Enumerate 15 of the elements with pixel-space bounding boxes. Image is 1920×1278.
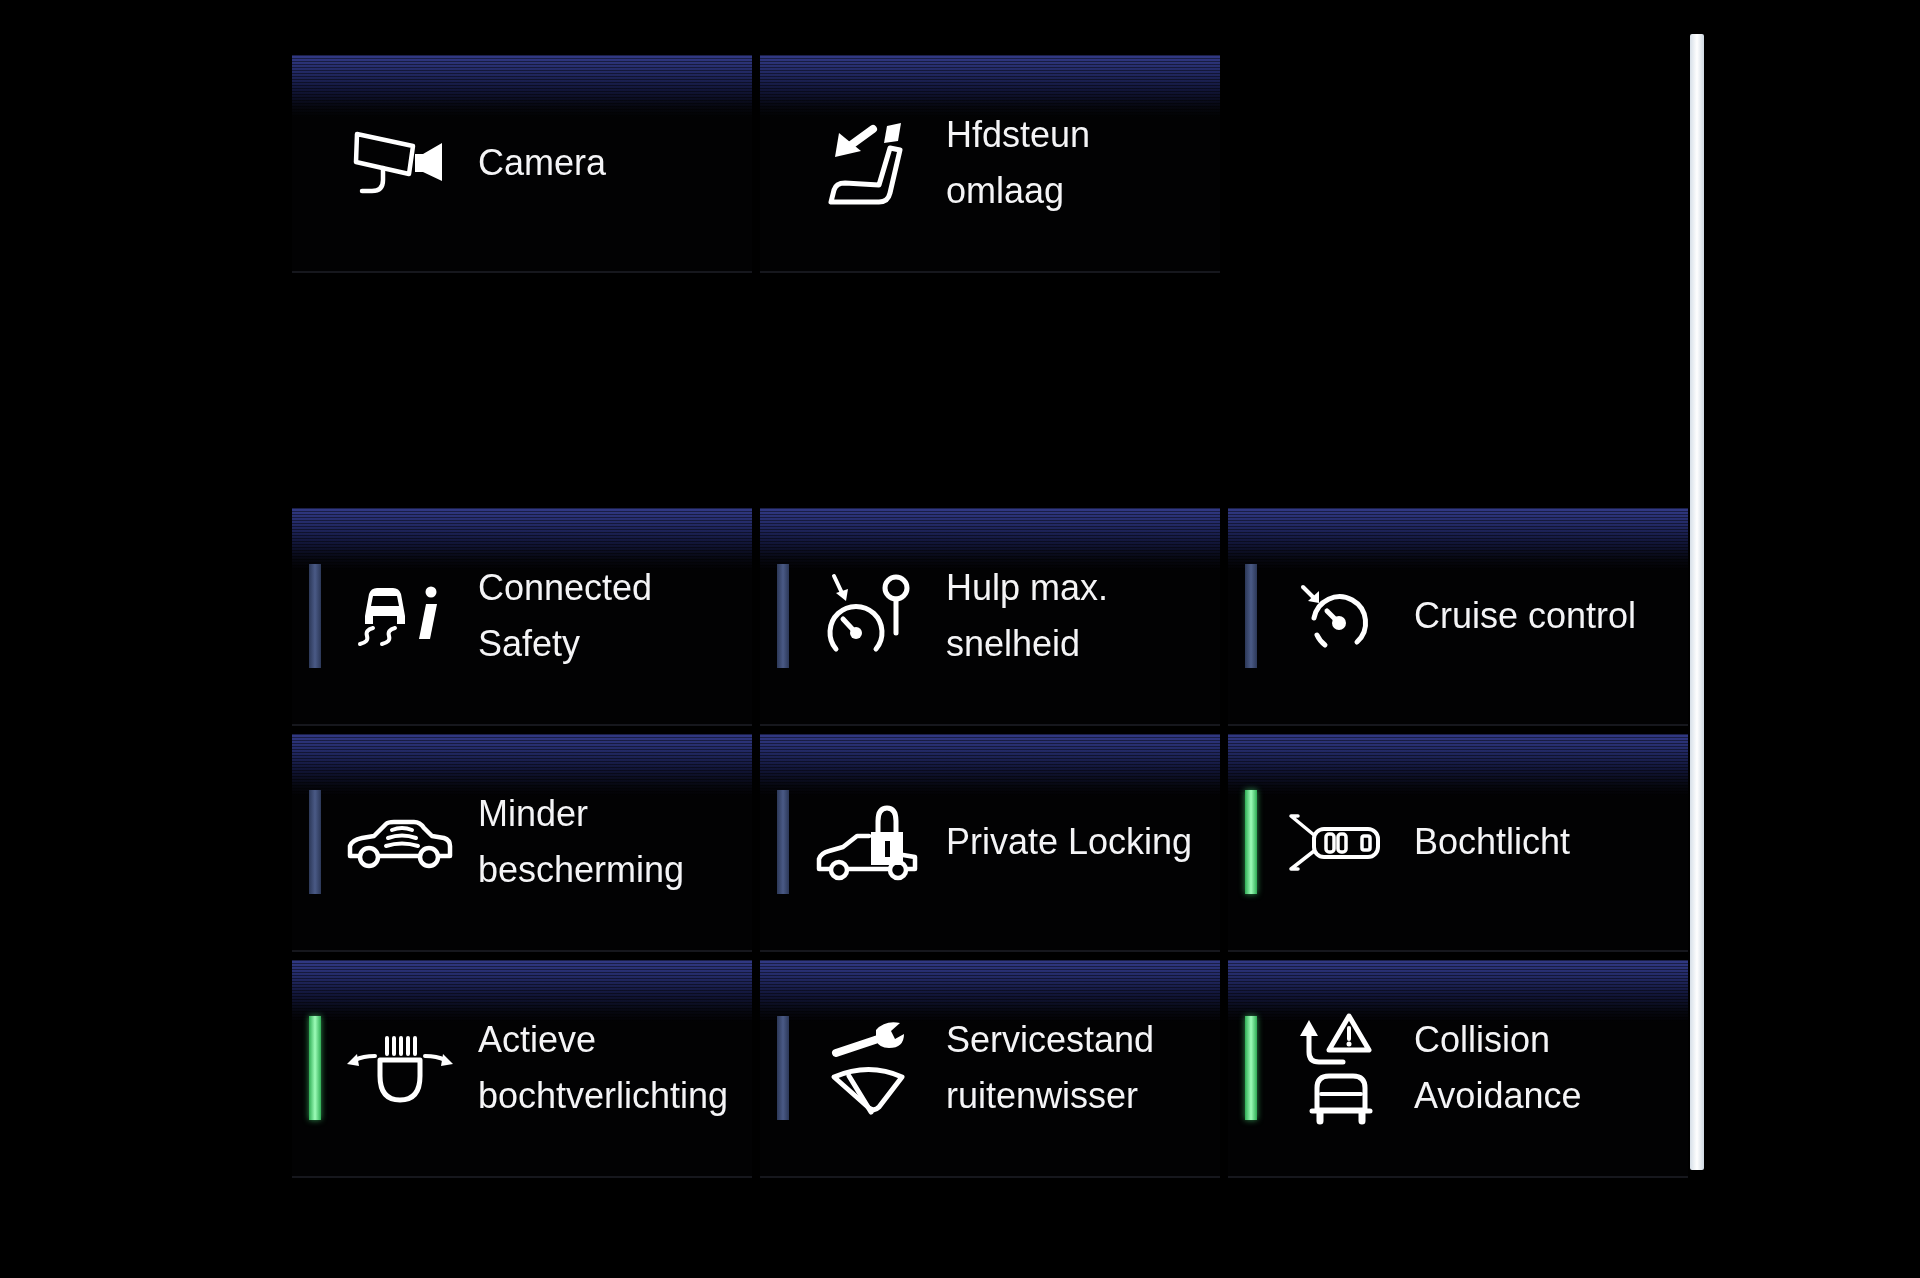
toggle-button[interactable]: Connected Safety bbox=[292, 508, 752, 726]
car-top-view-icon bbox=[1288, 812, 1382, 872]
toggle-button[interactable]: Private Locking bbox=[760, 734, 1220, 952]
function-button[interactable]: Camera bbox=[292, 55, 752, 273]
toggle-button[interactable]: Servicestand ruitenwisser bbox=[760, 960, 1220, 1178]
toggle-button[interactable]: Hulp max. snelheid bbox=[760, 508, 1220, 726]
scroll-bar[interactable] bbox=[1690, 34, 1704, 1170]
toggle-button[interactable]: Collision Avoidance bbox=[1228, 960, 1688, 1178]
warning-car-icon bbox=[1297, 1011, 1373, 1125]
toggle-button[interactable]: Cruise control bbox=[1228, 508, 1688, 726]
toggle-button[interactable]: Minder bescherming bbox=[292, 734, 752, 952]
toggle-button[interactable]: Actieve bochtverlichting bbox=[292, 960, 752, 1178]
function-button[interactable]: Hfdsteun omlaag bbox=[760, 55, 1220, 273]
toggle-button[interactable]: Bochtlicht bbox=[1228, 734, 1688, 952]
car-padlock-icon bbox=[815, 803, 919, 881]
